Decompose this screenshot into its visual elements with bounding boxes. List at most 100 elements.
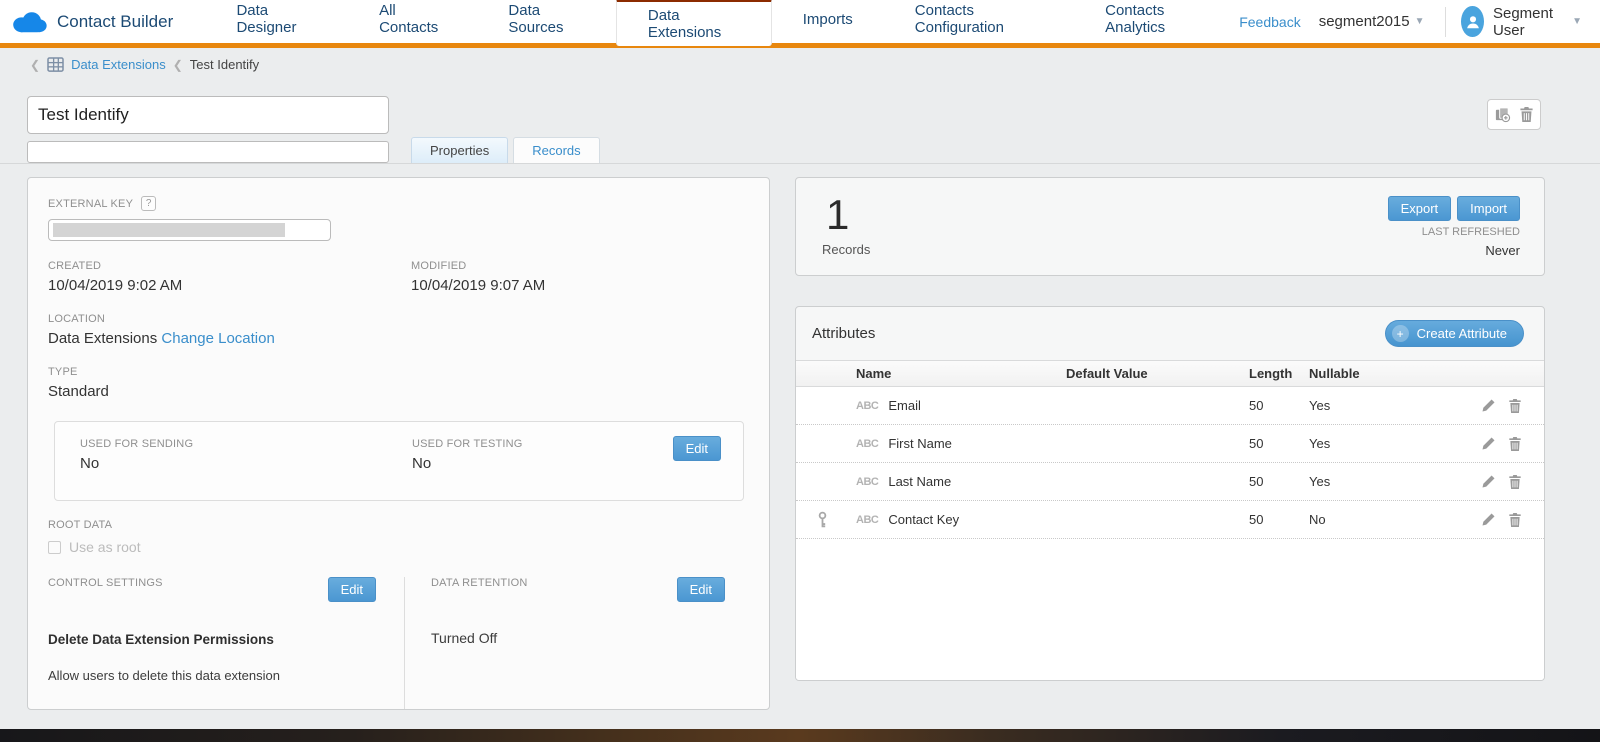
data-extension-grid-icon xyxy=(47,57,64,72)
delete-permissions-title: Delete Data Extension Permissions xyxy=(48,632,376,647)
corner-toolbar xyxy=(1487,99,1541,130)
tab-records[interactable]: Records xyxy=(513,137,599,163)
attribute-name: Email xyxy=(888,398,921,413)
created-label: CREATED xyxy=(48,260,411,272)
usage-subcard: USED FOR SENDING No USED FOR TESTING No … xyxy=(54,421,744,501)
copy-icon[interactable] xyxy=(1494,106,1511,123)
create-attribute-button[interactable]: + Create Attribute xyxy=(1385,320,1524,347)
feedback-link[interactable]: Feedback xyxy=(1239,14,1300,30)
table-row: ABC First Name 50 Yes xyxy=(796,425,1544,463)
import-button[interactable]: Import xyxy=(1457,196,1520,221)
top-navbar: Contact Builder Data Designer All Contac… xyxy=(0,0,1600,43)
table-row: ABC Email 50 Yes xyxy=(796,387,1544,425)
trash-icon[interactable] xyxy=(1508,474,1522,490)
trash-icon[interactable] xyxy=(1508,512,1522,528)
data-extension-description-input[interactable] xyxy=(27,141,389,163)
data-extension-name-input[interactable] xyxy=(27,96,389,134)
use-as-root-checkbox[interactable] xyxy=(48,541,61,554)
breadcrumb-parent-link[interactable]: Data Extensions xyxy=(71,57,166,72)
trash-icon[interactable] xyxy=(1508,398,1522,414)
column-header-default-value: Default Value xyxy=(1066,366,1249,381)
attribute-nullable: Yes xyxy=(1309,436,1419,451)
plus-icon: + xyxy=(1392,325,1409,342)
nav-item-data-extensions[interactable]: Data Extensions xyxy=(616,0,772,46)
edit-data-retention-button[interactable]: Edit xyxy=(677,577,725,602)
help-icon[interactable]: ? xyxy=(141,196,156,211)
external-key-field[interactable] xyxy=(48,219,331,241)
records-summary-card: 1 Records Export Import LAST REFRESHED N… xyxy=(795,177,1545,276)
account-menu[interactable]: segment2015 ▼ xyxy=(1319,13,1425,30)
nav-item-contacts-configuration[interactable]: Contacts Configuration xyxy=(884,0,1074,41)
create-attribute-label: Create Attribute xyxy=(1417,326,1507,341)
nav-divider xyxy=(1445,7,1446,37)
data-retention-value: Turned Off xyxy=(431,630,725,646)
root-data-label: ROOT DATA xyxy=(48,519,749,531)
desktop-background-sliver xyxy=(0,729,1600,742)
chevron-down-icon: ▼ xyxy=(1415,16,1425,27)
attribute-length: 50 xyxy=(1249,436,1309,451)
attribute-length: 50 xyxy=(1249,474,1309,489)
attribute-nullable: Yes xyxy=(1309,474,1419,489)
column-header-nullable: Nullable xyxy=(1309,366,1419,381)
edit-pencil-icon[interactable] xyxy=(1481,512,1496,528)
primary-key-icon xyxy=(817,511,828,529)
location-value: Data Extensions xyxy=(48,330,157,347)
app-title: Contact Builder xyxy=(57,12,173,32)
attribute-name: First Name xyxy=(888,436,952,451)
modified-value: 10/04/2019 9:07 AM xyxy=(411,277,545,294)
edit-pencil-icon[interactable] xyxy=(1481,474,1496,490)
export-button[interactable]: Export xyxy=(1388,196,1452,221)
type-label: TYPE xyxy=(48,366,749,378)
breadcrumb: ❮ Data Extensions ❮ Test Identify xyxy=(30,57,1600,72)
cloud-logo-icon xyxy=(10,9,48,35)
used-for-testing-label: USED FOR TESTING xyxy=(412,438,523,450)
nav-item-imports[interactable]: Imports xyxy=(772,0,884,41)
back-chevron-icon[interactable]: ❮ xyxy=(30,58,40,72)
created-value: 10/04/2019 9:02 AM xyxy=(48,277,411,294)
change-location-link[interactable]: Change Location xyxy=(161,330,274,347)
main-content: EXTERNAL KEY ? CREATED 10/04/2019 9:02 A… xyxy=(0,164,1600,710)
nav-right-area: Feedback segment2015 ▼ Segment User ▼ xyxy=(1239,5,1600,39)
attributes-table: Name Default Value Length Nullable ABC E… xyxy=(796,360,1544,681)
edit-usage-button[interactable]: Edit xyxy=(673,436,721,461)
nav-item-all-contacts[interactable]: All Contacts xyxy=(348,0,477,41)
text-type-icon: ABC xyxy=(856,514,878,526)
attribute-length: 50 xyxy=(1249,512,1309,527)
edit-pencil-icon[interactable] xyxy=(1481,398,1496,414)
column-header-name: Name xyxy=(848,366,1066,381)
nav-item-data-sources[interactable]: Data Sources xyxy=(477,0,615,41)
nav-item-data-designer[interactable]: Data Designer xyxy=(205,0,348,41)
page-tab-strip: Properties Records xyxy=(411,137,600,163)
title-area: Properties Records xyxy=(27,96,1573,163)
data-retention-label: DATA RETENTION xyxy=(431,577,528,589)
use-as-root-label: Use as root xyxy=(69,539,141,555)
column-header-length: Length xyxy=(1249,366,1309,381)
attributes-title: Attributes xyxy=(812,325,875,342)
last-refreshed-label: LAST REFRESHED xyxy=(1422,226,1520,238)
avatar xyxy=(1461,6,1484,37)
type-value: Standard xyxy=(48,383,749,400)
chevron-down-icon: ▼ xyxy=(1572,16,1582,27)
app-brand: Contact Builder xyxy=(0,9,205,35)
table-row: ABC Contact Key 50 No xyxy=(796,501,1544,539)
nav-item-contacts-analytics[interactable]: Contacts Analytics xyxy=(1074,0,1239,41)
tab-properties[interactable]: Properties xyxy=(411,137,508,163)
last-refreshed-value: Never xyxy=(1485,243,1520,258)
used-for-sending-label: USED FOR SENDING xyxy=(80,438,412,450)
account-name: segment2015 xyxy=(1319,13,1410,30)
attribute-nullable: No xyxy=(1309,512,1419,527)
modified-label: MODIFIED xyxy=(411,260,545,272)
trash-icon[interactable] xyxy=(1508,436,1522,452)
attributes-table-body: ABC Email 50 Yes xyxy=(796,387,1544,539)
breadcrumb-current: Test Identify xyxy=(190,57,259,72)
used-for-testing-value: No xyxy=(412,455,523,472)
edit-pencil-icon[interactable] xyxy=(1481,436,1496,452)
user-name: Segment User xyxy=(1493,5,1563,39)
control-settings-label: CONTROL SETTINGS xyxy=(48,577,163,589)
edit-control-settings-button[interactable]: Edit xyxy=(328,577,376,602)
breadcrumb-separator-icon: ❮ xyxy=(173,58,183,72)
records-label: Records xyxy=(822,242,1520,257)
trash-icon[interactable] xyxy=(1519,106,1534,123)
table-row: ABC Last Name 50 Yes xyxy=(796,463,1544,501)
user-menu[interactable]: Segment User ▼ xyxy=(1461,5,1582,39)
